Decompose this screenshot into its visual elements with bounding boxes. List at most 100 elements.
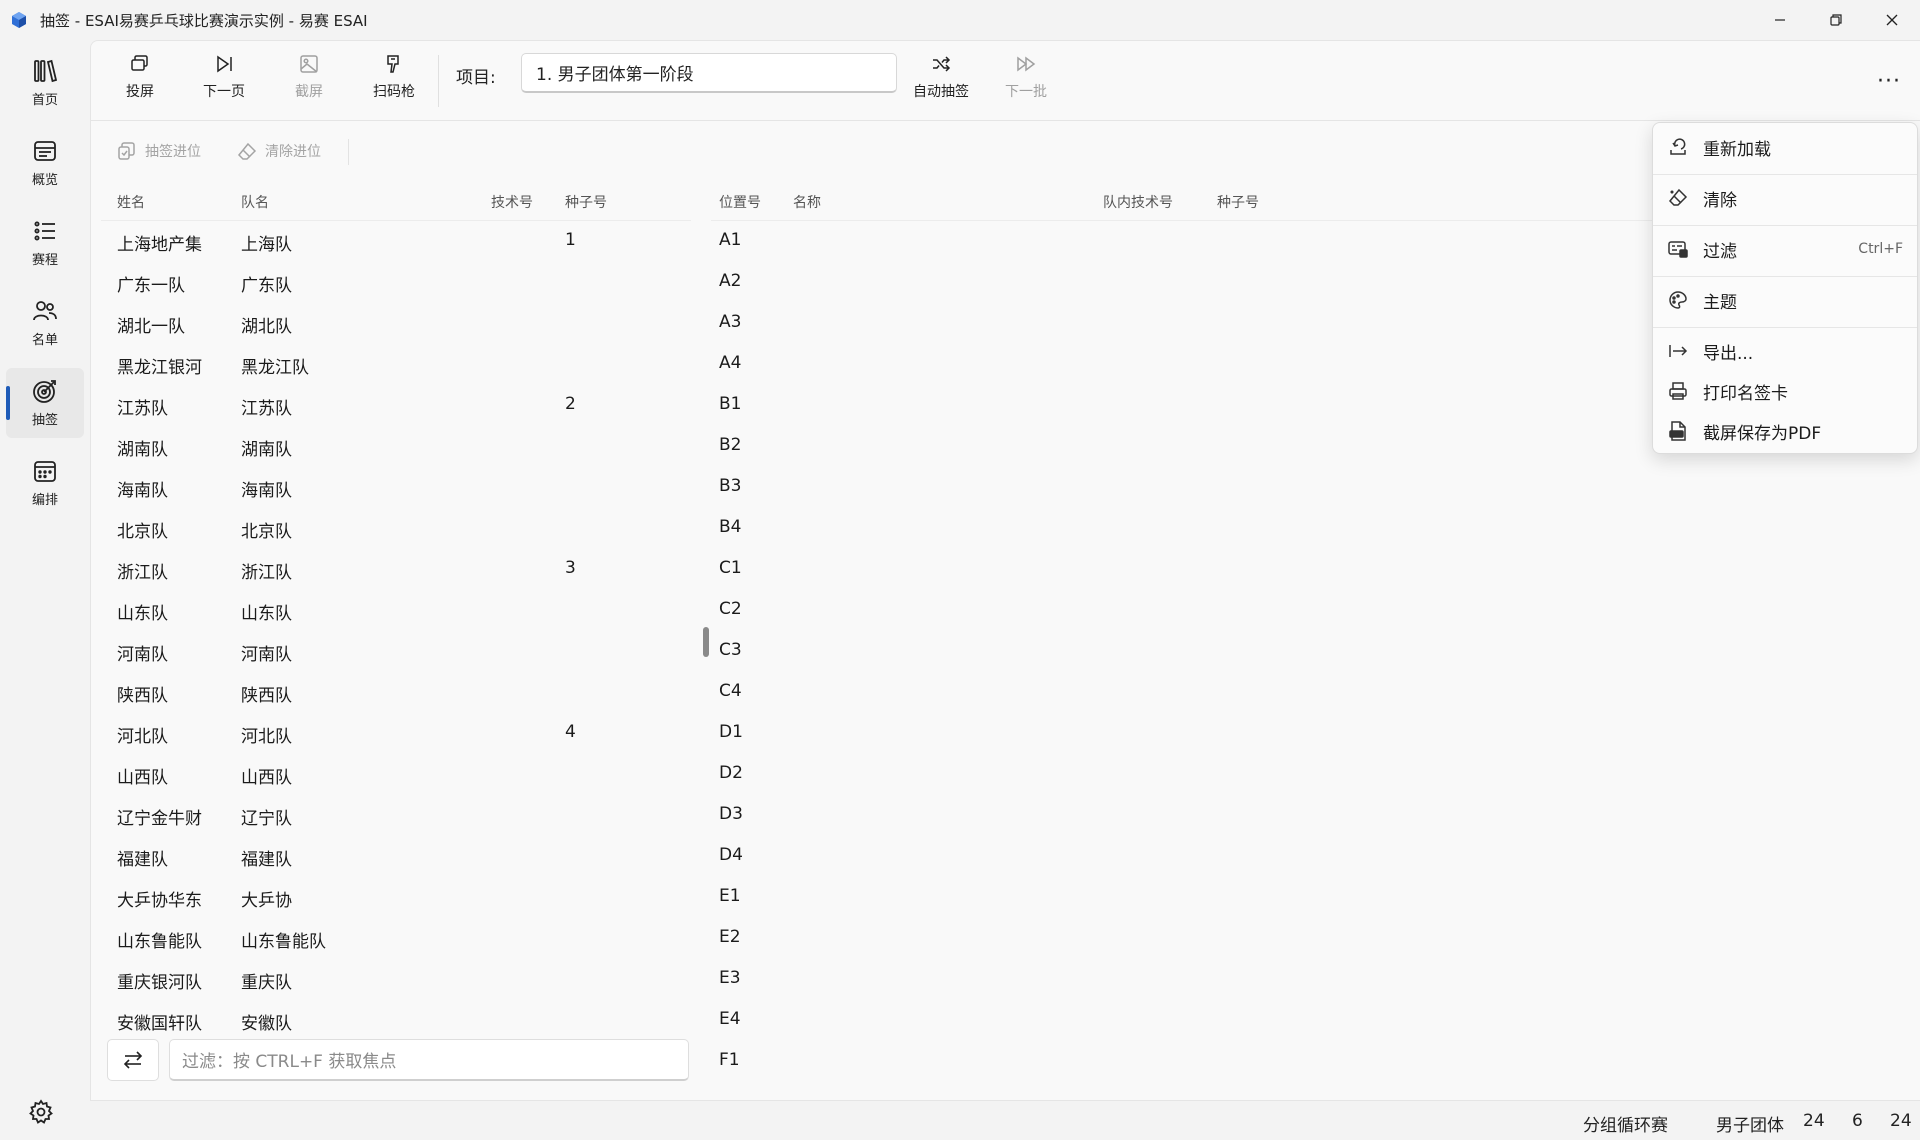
overview-icon bbox=[34, 141, 56, 161]
nav-item-draw[interactable]: 抽签 bbox=[6, 368, 84, 438]
table-row[interactable]: C2 bbox=[711, 590, 1911, 631]
vertical-scrollbar-thumb[interactable] bbox=[703, 627, 709, 657]
menu-item-reload[interactable]: 重新加载 bbox=[1653, 127, 1917, 167]
menu-label: 重新加载 bbox=[1703, 139, 1771, 160]
table-row[interactable]: 河北队 河北队 4 bbox=[101, 713, 691, 754]
next-page-label: 下一页 bbox=[203, 84, 245, 100]
draw-advance-button[interactable]: 抽签进位 bbox=[117, 137, 201, 165]
more-options-button[interactable]: ··· bbox=[1869, 61, 1909, 101]
table-row[interactable]: B3 bbox=[711, 467, 1911, 508]
table-row[interactable]: 山东鲁能队 山东鲁能队 bbox=[101, 918, 691, 959]
auto-draw-label: 自动抽签 bbox=[913, 84, 969, 100]
restore-button[interactable] bbox=[1808, 0, 1864, 40]
column-header-team-tech[interactable]: 队内技术号 bbox=[1103, 192, 1173, 212]
close-icon bbox=[1886, 14, 1898, 26]
table-row[interactable]: 福建队 福建队 bbox=[101, 836, 691, 877]
menu-item-clear[interactable]: 清除 bbox=[1653, 178, 1917, 218]
table-row[interactable]: 河南队 河南队 bbox=[101, 631, 691, 672]
cell-name: 福建队 bbox=[117, 850, 168, 870]
menu-label: 导出... bbox=[1703, 343, 1754, 364]
project-select[interactable]: 1. 男子团体第一阶段 bbox=[521, 53, 897, 93]
table-row[interactable]: 江苏队 江苏队 2 bbox=[101, 385, 691, 426]
scanner-button[interactable]: 扫码枪 bbox=[359, 53, 429, 109]
close-button[interactable] bbox=[1864, 0, 1920, 40]
table-row[interactable]: F1 bbox=[711, 1041, 1911, 1082]
column-header-pos-seed[interactable]: 种子号 bbox=[1217, 192, 1259, 212]
menu-item-theme[interactable]: 主题 bbox=[1653, 280, 1917, 320]
menu-item-print[interactable]: 打印名签卡 bbox=[1653, 371, 1917, 411]
table-row[interactable]: C1 bbox=[711, 549, 1911, 590]
nav-item-arrange[interactable]: 编排 bbox=[6, 448, 84, 518]
table-row[interactable]: E2 bbox=[711, 918, 1911, 959]
nav-item-roster[interactable]: 名单 bbox=[6, 288, 84, 358]
print-icon bbox=[1669, 382, 1687, 400]
table-row[interactable]: 重庆银河队 重庆队 bbox=[101, 959, 691, 1000]
nav-item-home[interactable]: 首页 bbox=[6, 48, 84, 118]
column-header-position[interactable]: 位置号 bbox=[719, 192, 761, 212]
cell-name: 海南队 bbox=[117, 481, 168, 501]
table-row[interactable]: 浙江队 浙江队 3 bbox=[101, 549, 691, 590]
filter-bar: 过滤：按 CTRL+F 获取焦点 bbox=[91, 1031, 691, 1089]
column-header-team[interactable]: 队名 bbox=[241, 192, 269, 212]
table-row[interactable]: C4 bbox=[711, 672, 1911, 713]
swap-button[interactable] bbox=[107, 1039, 159, 1081]
cell-name: 山东队 bbox=[117, 604, 168, 624]
barcode-scanner-icon bbox=[387, 55, 399, 73]
table-row[interactable]: 广东一队 广东队 bbox=[101, 262, 691, 303]
next-page-button[interactable]: 下一页 bbox=[189, 53, 259, 109]
clear-advance-label: 清除进位 bbox=[265, 144, 321, 160]
menu-divider bbox=[1653, 174, 1917, 175]
table-row[interactable]: 海南队 海南队 bbox=[101, 467, 691, 508]
cell-team: 海南队 bbox=[241, 481, 292, 501]
column-header-pos-name[interactable]: 名称 bbox=[793, 192, 821, 212]
table-row[interactable]: D1 bbox=[711, 713, 1911, 754]
table-row[interactable]: 陕西队 陕西队 bbox=[101, 672, 691, 713]
cell-name: 湖北一队 bbox=[117, 317, 185, 337]
cell-team: 江苏队 bbox=[241, 399, 292, 419]
table-row[interactable]: 上海地产集 上海队 1 bbox=[101, 221, 691, 262]
settings-button[interactable] bbox=[24, 1095, 58, 1129]
cell-position: C2 bbox=[719, 599, 742, 619]
cell-position: E2 bbox=[719, 927, 741, 947]
cell-team: 重庆队 bbox=[241, 973, 292, 993]
table-row[interactable]: E3 bbox=[711, 959, 1911, 1000]
minimize-button[interactable] bbox=[1752, 0, 1808, 40]
table-row[interactable]: E4 bbox=[711, 1000, 1911, 1041]
table-row[interactable]: C3 bbox=[711, 631, 1911, 672]
column-header-tech[interactable]: 技术号 bbox=[491, 192, 533, 212]
auto-draw-button[interactable]: 自动抽签 bbox=[906, 53, 976, 109]
cell-name: 重庆银河队 bbox=[117, 973, 202, 993]
table-row[interactable]: 大乒协华东 大乒协 bbox=[101, 877, 691, 918]
table-row[interactable]: D3 bbox=[711, 795, 1911, 836]
table-row[interactable]: B4 bbox=[711, 508, 1911, 549]
table-row[interactable]: E1 bbox=[711, 877, 1911, 918]
table-row[interactable]: 湖北一队 湖北队 bbox=[101, 303, 691, 344]
next-batch-button[interactable]: 下一批 bbox=[991, 53, 1061, 109]
project-screen-button[interactable]: 投屏 bbox=[105, 53, 175, 109]
filter-input[interactable]: 过滤：按 CTRL+F 获取焦点 bbox=[169, 1039, 689, 1081]
table-row[interactable]: 北京队 北京队 bbox=[101, 508, 691, 549]
screenshot-button[interactable]: 截屏 bbox=[274, 53, 344, 109]
people-icon bbox=[33, 301, 57, 321]
menu-item-save-pdf[interactable]: 截屏保存为PDF bbox=[1653, 411, 1917, 451]
cell-seed: 4 bbox=[565, 722, 576, 742]
pdf-icon bbox=[1669, 421, 1686, 441]
table-row[interactable]: D2 bbox=[711, 754, 1911, 795]
cell-position: A3 bbox=[719, 312, 742, 332]
draw-advance-label: 抽签进位 bbox=[145, 144, 201, 160]
table-row[interactable]: 辽宁金牛财 辽宁队 bbox=[101, 795, 691, 836]
table-row[interactable]: 黑龙江银河 黑龙江队 bbox=[101, 344, 691, 385]
cell-team: 湖北队 bbox=[241, 317, 292, 337]
menu-item-export[interactable]: 导出... bbox=[1653, 331, 1917, 371]
table-row[interactable]: 山东队 山东队 bbox=[101, 590, 691, 631]
column-header-seed[interactable]: 种子号 bbox=[565, 192, 607, 212]
table-row[interactable]: D4 bbox=[711, 836, 1911, 877]
table-row[interactable]: 湖南队 湖南队 bbox=[101, 426, 691, 467]
nav-item-schedule[interactable]: 赛程 bbox=[6, 208, 84, 278]
draw-advance-icon bbox=[118, 142, 135, 160]
table-row[interactable]: 山西队 山西队 bbox=[101, 754, 691, 795]
menu-item-filter[interactable]: 过滤 Ctrl+F bbox=[1653, 229, 1917, 269]
clear-advance-button[interactable]: 清除进位 bbox=[237, 137, 321, 165]
nav-item-overview[interactable]: 概览 bbox=[6, 128, 84, 198]
column-header-name[interactable]: 姓名 bbox=[117, 192, 145, 212]
